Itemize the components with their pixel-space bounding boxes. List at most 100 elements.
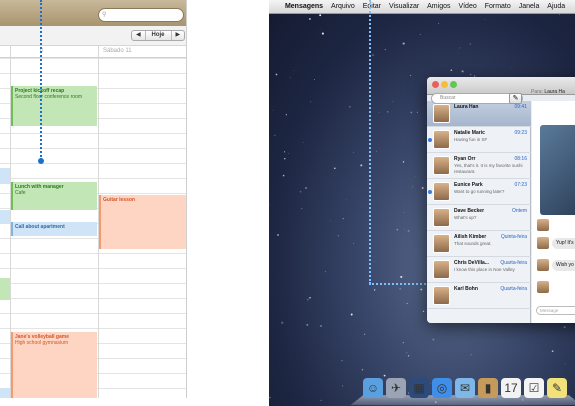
star — [285, 114, 288, 116]
today-button[interactable]: Hoje — [146, 31, 172, 40]
star — [416, 111, 418, 113]
calendar-event[interactable]: Guitar lesson — [99, 195, 186, 249]
star — [459, 47, 461, 49]
avatar — [537, 237, 549, 249]
menu-item-messages[interactable]: Mensagens — [285, 0, 323, 14]
mission-control-icon[interactable]: ▦ — [409, 378, 429, 398]
column-header-saturday: Sábado 11 — [103, 48, 132, 54]
to-field[interactable]: Para: Laura Ha — [531, 89, 565, 95]
star — [404, 212, 405, 213]
star — [333, 167, 336, 170]
star — [399, 287, 402, 290]
mail-icon[interactable]: ✉ — [455, 378, 475, 398]
star — [450, 69, 453, 72]
star — [301, 208, 303, 210]
star — [342, 217, 345, 220]
notes-icon[interactable]: ✎ — [547, 378, 567, 398]
message-input[interactable]: Message — [536, 306, 575, 315]
star — [559, 14, 561, 16]
prev-day-button[interactable]: ◀ — [132, 31, 146, 40]
star — [374, 260, 375, 262]
reminders-icon[interactable]: ☑ — [524, 378, 544, 398]
menu-item-window[interactable]: Janela — [519, 0, 540, 14]
menu-item-file[interactable]: Arquivo — [331, 0, 355, 14]
star — [309, 297, 311, 299]
star — [274, 134, 276, 137]
star — [303, 142, 304, 143]
avatar — [537, 219, 549, 231]
star — [420, 288, 423, 291]
star — [551, 350, 554, 353]
next-day-button[interactable]: ▶ — [172, 31, 185, 40]
menu-item-edit[interactable]: Editar — [363, 0, 381, 14]
star — [320, 28, 321, 29]
conversation-item[interactable]: Dave Becker Ontem What's up? — [427, 205, 531, 231]
menu-item-view[interactable]: Visualizar — [389, 0, 419, 14]
star — [341, 359, 343, 362]
message-time: 08:16 — [514, 156, 527, 162]
star — [470, 354, 472, 356]
zoom-icon[interactable] — [450, 81, 457, 88]
launchpad-icon[interactable]: ✈ — [386, 378, 406, 398]
mac-desktop: Mensagens Arquivo Editar Visualizar Amig… — [269, 0, 575, 406]
conversation-item[interactable]: Natalie Maric 09:23 Having fun in SF — [427, 127, 531, 153]
unread-dot-icon — [428, 138, 432, 142]
star — [304, 187, 308, 190]
star — [269, 204, 270, 206]
contacts-icon[interactable]: ▮ — [478, 378, 498, 398]
star — [469, 73, 472, 76]
close-icon[interactable] — [432, 81, 439, 88]
star — [329, 220, 331, 222]
star — [407, 229, 410, 232]
calendar-event[interactable]: Project kickoff recap Second floor confe… — [11, 86, 97, 126]
event-strip — [0, 388, 10, 398]
safari-icon[interactable]: ◎ — [432, 378, 452, 398]
menu-item-format[interactable]: Formato — [485, 0, 511, 14]
finder-icon[interactable]: ☺ — [363, 378, 383, 398]
conversation-item[interactable]: Karl Bohn Quarta-feira — [427, 283, 531, 309]
star — [510, 67, 512, 68]
compose-icon[interactable]: ✎ — [509, 93, 522, 104]
conversation-item[interactable]: Ailish Kimber Quinta-feira That sounds gre… — [427, 231, 531, 257]
conversation-item[interactable]: Eunice Park 07:23 Want to go running later… — [427, 179, 531, 205]
menu-bar: Mensagens Arquivo Editar Visualizar Amig… — [269, 0, 575, 14]
message-preview: That sounds great. — [454, 241, 492, 246]
conversation-item[interactable]: Laura Han 09:41 — [427, 101, 531, 127]
star — [563, 326, 566, 329]
menu-item-video[interactable]: Vídeo — [458, 0, 476, 14]
screenshot-stage: ⚲ ◀ Hoje ▶ 0 Sábado 11 Project kickoff r… — [0, 0, 575, 406]
calendar-event[interactable]: Jane's volleyball game High school gymna… — [11, 332, 97, 398]
star — [407, 355, 410, 357]
star — [484, 19, 485, 21]
calendar-event[interactable]: Call about apartment — [11, 222, 97, 236]
star — [406, 352, 408, 354]
star — [418, 233, 420, 235]
star — [410, 111, 413, 114]
contact-name: Dave Becker — [454, 208, 485, 214]
star — [402, 42, 405, 45]
star — [458, 52, 459, 54]
minimize-icon[interactable] — [441, 81, 448, 88]
calendar-icon[interactable]: 17 — [501, 378, 521, 398]
conversation-item[interactable]: Chris DeVilla... Quarta-feira I know this … — [427, 257, 531, 283]
message-preview: What's up? — [454, 215, 477, 220]
star — [284, 158, 286, 160]
star — [319, 14, 322, 17]
contact-name: Laura Han — [454, 104, 479, 110]
message-time: 09:23 — [514, 130, 527, 136]
conversation-item[interactable]: Ryan Orr 08:16 Yes, that's it. It is my fa… — [427, 153, 531, 179]
menu-item-help[interactable]: Ajuda — [547, 0, 565, 14]
avatar — [537, 281, 549, 293]
search-icon: ⚲ — [102, 12, 107, 18]
contact-photo — [540, 125, 575, 215]
event-strip — [0, 278, 10, 300]
star — [342, 385, 344, 387]
calendar-event[interactable]: Lunch with manager Cafe — [11, 182, 97, 210]
star — [438, 22, 440, 24]
message-bubble: Wish yo — [552, 260, 575, 271]
contact-name: Natalie Maric — [454, 130, 485, 136]
calendar-search-input[interactable]: ⚲ — [98, 8, 184, 22]
star — [320, 325, 322, 327]
chat-pane: Yup! It's Wish yo Message — [532, 101, 575, 323]
menu-item-buddies[interactable]: Amigos — [427, 0, 450, 14]
